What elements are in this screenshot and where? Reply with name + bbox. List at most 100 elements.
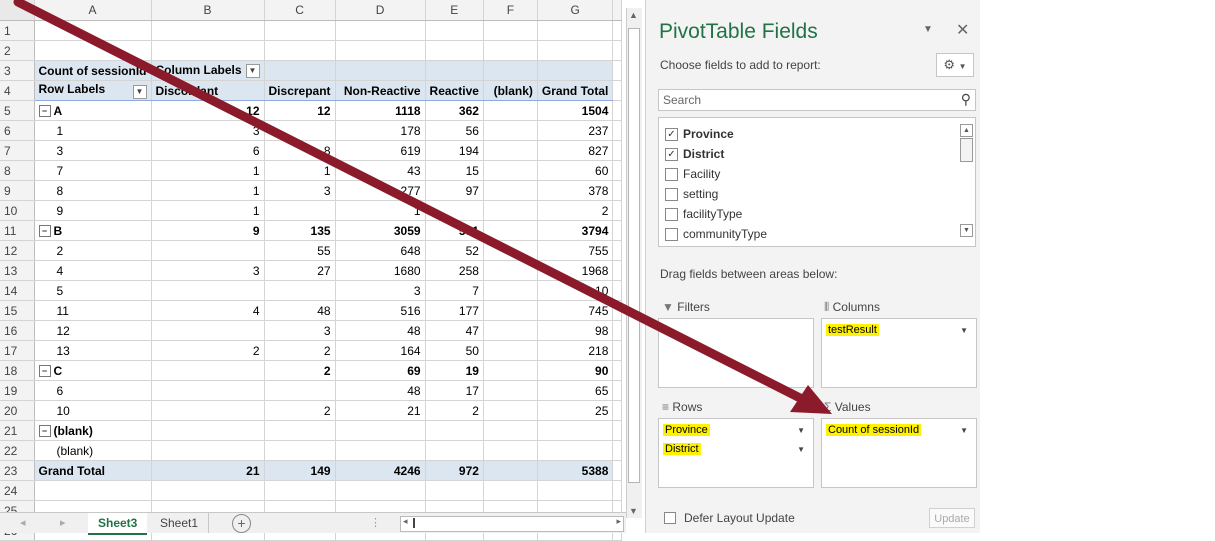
pivot-value-cell[interactable]: 5388 [537,460,614,481]
pivot-value-cell[interactable] [483,240,538,261]
pane-options-icon[interactable]: ▼ [923,24,933,35]
pivot-value-cell[interactable]: 1 [264,160,336,181]
cell[interactable] [483,40,538,61]
pivot-value-cell[interactable]: 177 [425,300,484,321]
pivot-value-cell[interactable]: 48 [335,320,426,341]
pivot-value-cell[interactable]: 25 [537,400,614,421]
pivot-value-cell[interactable] [264,440,336,461]
cell[interactable] [612,380,623,401]
pivot-value-cell[interactable]: 6 [151,140,265,161]
pivot-value-cell[interactable]: 8 [264,140,336,161]
column-header-d[interactable]: D [335,0,426,21]
spreadsheet-grid[interactable]: A B C D E F G 1 2 3 Count of sessionId Column Label… [0,0,640,541]
cell[interactable] [612,480,623,501]
cell[interactable] [34,40,152,61]
pivot-value-cell[interactable]: 3059 [335,220,426,241]
pivot-value-cell[interactable]: 516 [335,300,426,321]
cell[interactable] [612,300,623,321]
pivot-value-cell[interactable]: 745 [537,300,614,321]
grand-total-label[interactable]: Grand Total [34,460,152,481]
column-header-f[interactable]: F [483,0,538,21]
pivot-value-cell[interactable] [335,440,426,461]
pivot-value-cell[interactable]: 1504 [537,100,614,121]
pivot-item-label[interactable]: 10 [34,400,152,421]
pivot-value-cell[interactable]: 3 [264,180,336,201]
field-checkbox[interactable] [665,208,678,222]
cell[interactable] [537,480,614,501]
pivot-value-cell[interactable]: 3 [151,260,265,281]
cell[interactable] [537,20,614,41]
cell[interactable] [612,40,623,61]
pivot-value-cell[interactable]: 3 [335,280,426,301]
scroll-left-icon[interactable]: ◂ [403,516,408,527]
pivot-value-cell[interactable]: 149 [264,460,336,481]
pivot-value-cell[interactable] [264,280,336,301]
pivot-item-label[interactable]: 8 [34,180,152,201]
pivot-item-label[interactable]: 13 [34,340,152,361]
pivot-value-cell[interactable] [537,420,614,441]
row-header[interactable]: 8 [0,160,35,181]
pivot-value-cell[interactable]: 135 [264,220,336,241]
tab-scroll-left-icon[interactable]: ◂ [20,516,26,529]
cell[interactable] [612,120,623,141]
pivot-value-cell[interactable]: 10 [537,280,614,301]
field-item[interactable]: setting [659,184,949,204]
pivot-value-cell[interactable] [151,360,265,381]
collapse-icon[interactable]: − [38,225,51,238]
pivot-value-label[interactable]: Count of sessionId [34,60,152,81]
pivot-value-cell[interactable]: 3 [151,120,265,141]
add-sheet-icon[interactable]: + [232,514,251,533]
cell[interactable] [612,340,623,361]
chevron-down-icon[interactable]: ▼ [960,422,968,439]
pivot-value-cell[interactable]: 237 [537,120,614,141]
rows-drop-area[interactable]: Province ▼ District ▼ [658,418,814,488]
pivot-value-cell[interactable] [483,340,538,361]
cell[interactable] [151,40,265,61]
pivot-value-cell[interactable]: 2 [537,200,614,221]
pivot-value-cell[interactable]: 50 [425,340,484,361]
scroll-down-icon[interactable]: ▼ [960,224,973,237]
pivot-value-cell[interactable] [151,400,265,421]
settings-gear-button[interactable]: ⚙ ▼ [936,53,974,77]
cell[interactable] [612,280,623,301]
values-field-pill[interactable]: Count of sessionId ▼ [826,422,972,439]
field-checkbox[interactable] [665,228,678,242]
row-header[interactable]: 10 [0,200,35,221]
tab-sheet3[interactable]: Sheet3 [88,513,148,535]
collapse-icon[interactable]: − [38,105,51,118]
pivot-value-cell[interactable]: 2 [425,400,484,421]
field-checkbox[interactable] [665,188,678,202]
cell[interactable] [612,360,623,381]
cell[interactable] [483,480,538,501]
pivot-value-cell[interactable] [151,420,265,441]
pivot-value-cell[interactable]: 21 [335,400,426,421]
pivot-value-cell[interactable] [483,100,538,121]
pivot-value-cell[interactable] [483,280,538,301]
pivot-value-cell[interactable] [264,200,336,221]
pivot-value-cell[interactable] [483,140,538,161]
field-checkbox[interactable]: ✓ [665,128,678,142]
pivot-column-header[interactable]: Reactive [425,80,484,101]
pivot-value-cell[interactable]: 43 [335,160,426,181]
row-header[interactable]: 4 [0,80,35,101]
column-header-c[interactable]: C [264,0,336,21]
pivot-value-cell[interactable]: 218 [537,340,614,361]
cell[interactable] [335,40,426,61]
pivot-value-cell[interactable]: 47 [425,320,484,341]
cell[interactable] [612,460,623,481]
cell[interactable] [612,160,623,181]
pivot-value-cell[interactable]: 48 [335,380,426,401]
cell[interactable] [264,60,336,81]
cell[interactable] [483,20,538,41]
pivot-item-label[interactable]: 11 [34,300,152,321]
row-header[interactable]: 21 [0,420,35,441]
row-header[interactable]: 15 [0,300,35,321]
row-header[interactable]: 17 [0,340,35,361]
pivot-value-cell[interactable]: 69 [335,360,426,381]
pivot-value-cell[interactable] [483,160,538,181]
pivot-value-cell[interactable] [151,440,265,461]
columns-field-pill[interactable]: testResult ▼ [826,322,972,339]
pivot-value-cell[interactable] [151,280,265,301]
pivot-value-cell[interactable] [264,420,336,441]
tab-scroll-right-icon[interactable]: ▸ [60,516,66,529]
